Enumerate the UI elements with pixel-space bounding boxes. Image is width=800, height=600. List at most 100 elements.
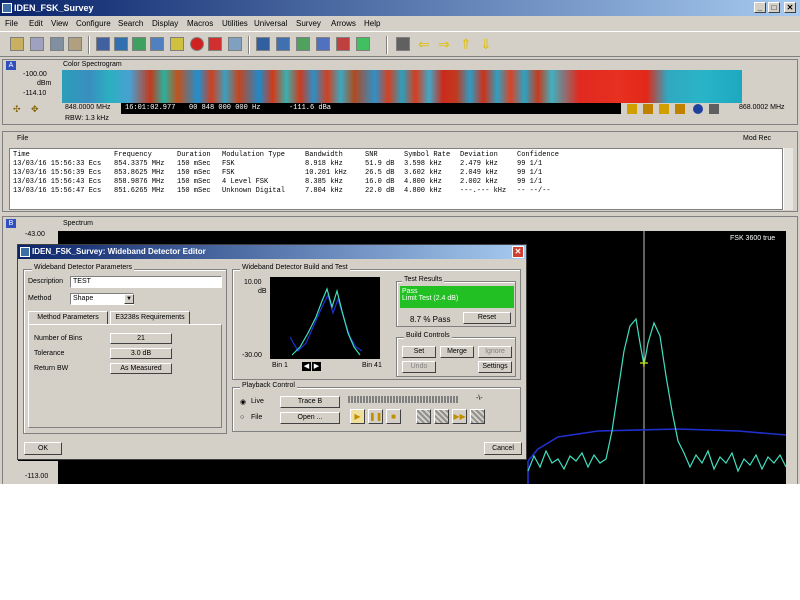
export-icon[interactable] xyxy=(228,37,242,51)
tab-method-parameters[interactable]: Method Parameters xyxy=(28,311,108,324)
col-symbol-rate[interactable]: Symbol Rate xyxy=(404,151,450,159)
zoom-icon[interactable]: ✣ xyxy=(13,104,21,115)
y-axis-top: -43.00 xyxy=(25,231,45,238)
ok-button[interactable]: OK xyxy=(24,442,62,455)
pause-icon[interactable]: ❚❚ xyxy=(368,409,383,424)
layout-icon[interactable] xyxy=(114,37,128,51)
graph-icon[interactable] xyxy=(296,37,310,51)
col-confidence[interactable]: Confidence xyxy=(517,151,559,159)
tools-icon[interactable] xyxy=(68,37,82,51)
col-snr[interactable]: SNR xyxy=(365,151,378,159)
playback-progress[interactable] xyxy=(348,396,458,403)
shape-plot[interactable] xyxy=(270,277,380,359)
settings-button[interactable]: Settings xyxy=(478,361,512,373)
panes-icon[interactable] xyxy=(150,37,164,51)
target-icon[interactable] xyxy=(208,37,222,51)
cross-icon[interactable] xyxy=(356,37,370,51)
merge-button[interactable]: Merge xyxy=(440,346,474,358)
menu-macros[interactable]: Macros xyxy=(187,18,213,29)
record-icon[interactable] xyxy=(190,37,204,51)
col-time[interactable]: Time xyxy=(13,151,30,159)
marker-crosshair-icon: ✛ xyxy=(639,357,648,370)
globe-icon[interactable] xyxy=(693,104,703,114)
col-duration[interactable]: Duration xyxy=(177,151,211,159)
window-cascade-icon[interactable] xyxy=(276,37,290,51)
menu-arrows[interactable]: Arrows xyxy=(331,18,356,29)
chart-icon[interactable] xyxy=(316,37,330,51)
antenna-icon[interactable] xyxy=(50,37,64,51)
window-title: IDEN_FSK_Survey xyxy=(14,3,94,13)
arrow-down-icon[interactable]: ⇓ xyxy=(480,37,494,51)
tab-e3238s-requirements[interactable]: E3238s Requirements xyxy=(110,311,190,324)
cancel-button[interactable]: Cancel xyxy=(484,442,522,455)
move-icon[interactable]: ✥ xyxy=(31,104,39,115)
bin-next-icon[interactable]: ▶ xyxy=(312,362,321,371)
marker-icon[interactable] xyxy=(627,104,637,114)
close-button[interactable]: ✕ xyxy=(784,2,796,13)
menu-file[interactable]: File xyxy=(5,18,18,29)
cell-symbol-rate: 3.598 kHz xyxy=(404,160,442,168)
freq-end: 868.0002 MHz xyxy=(739,104,785,111)
menu-configure[interactable]: Configure xyxy=(76,18,111,29)
step-forward-icon[interactable] xyxy=(434,409,449,424)
next-peak-icon[interactable] xyxy=(659,104,669,114)
bins-value[interactable]: 21 xyxy=(110,333,172,344)
spectrogram-image[interactable] xyxy=(62,70,742,103)
col-bandwidth[interactable]: Bandwidth xyxy=(305,151,343,159)
table-icon[interactable] xyxy=(396,37,410,51)
arrow-up-icon[interactable]: ⇑ xyxy=(460,37,474,51)
file-radio[interactable]: ○ xyxy=(240,414,244,421)
dialog-close-button[interactable]: ✕ xyxy=(512,246,524,258)
pass-detail: Limit Test (2.4 dB) xyxy=(402,295,459,302)
bin-prev-icon[interactable]: ◀ xyxy=(302,362,311,371)
monitor-icon[interactable] xyxy=(30,37,44,51)
toolbar: ⇐ ⇒ ⇑ ⇓ xyxy=(0,31,800,57)
window-tile-icon[interactable] xyxy=(256,37,270,51)
menu-help[interactable]: Help xyxy=(364,18,380,29)
split-icon[interactable] xyxy=(132,37,146,51)
menu-display[interactable]: Display xyxy=(152,18,178,29)
menu-survey[interactable]: Survey xyxy=(296,18,321,29)
arrow-left-icon[interactable]: ⇐ xyxy=(418,37,432,51)
menu-universal[interactable]: Universal xyxy=(254,18,287,29)
col-modulation-type[interactable]: Modulation Type xyxy=(222,151,285,159)
reset-button[interactable]: Reset xyxy=(463,312,511,324)
menu-view[interactable]: View xyxy=(51,18,68,29)
tolerance-value[interactable]: 3.0 dB xyxy=(110,348,172,359)
menu-utilities[interactable]: Utilities xyxy=(222,18,248,29)
settings-icon[interactable] xyxy=(709,104,719,114)
set-button[interactable]: Set xyxy=(402,346,436,358)
stop-icon[interactable]: ■ xyxy=(386,409,401,424)
minimize-button[interactable]: _ xyxy=(754,2,766,13)
chevron-down-icon[interactable]: ▼ xyxy=(124,294,134,304)
trace-button[interactable]: Trace B xyxy=(280,396,340,408)
panel-title: Spectrum xyxy=(63,220,93,227)
ignore-button[interactable]: Ignore xyxy=(478,346,512,358)
step-back-icon[interactable] xyxy=(416,409,431,424)
results-scrollbar[interactable] xyxy=(783,148,793,210)
open-button[interactable]: Open ... xyxy=(280,412,340,424)
build-controls-label: Build Controls xyxy=(404,332,452,339)
return-bw-value[interactable]: As Measured xyxy=(110,363,172,374)
pass-percent: 8.7 % Pass xyxy=(410,315,451,324)
arrow-right-icon[interactable]: ⇒ xyxy=(438,37,452,51)
col-frequency[interactable]: Frequency xyxy=(114,151,152,159)
delta-icon[interactable] xyxy=(675,104,685,114)
fast-forward-icon[interactable]: ▶▶ xyxy=(452,409,467,424)
description-field[interactable]: TEST xyxy=(70,276,222,288)
peak-icon[interactable] xyxy=(643,104,653,114)
marker-icon[interactable] xyxy=(170,37,184,51)
live-radio[interactable]: ◉ xyxy=(240,398,246,406)
wand-icon[interactable] xyxy=(10,37,24,51)
bars-icon[interactable] xyxy=(336,37,350,51)
play-icon[interactable]: ▶ xyxy=(350,409,365,424)
cell-confidence: 99 1/1 xyxy=(517,178,543,186)
skip-end-icon[interactable] xyxy=(470,409,485,424)
maximize-button[interactable]: □ xyxy=(768,2,780,13)
grid-icon[interactable] xyxy=(96,37,110,51)
toolbar-separator xyxy=(386,36,388,54)
menu-search[interactable]: Search xyxy=(118,18,143,29)
undo-button[interactable]: Undo xyxy=(402,361,436,373)
col-deviation[interactable]: Deviation xyxy=(460,151,498,159)
menu-edit[interactable]: Edit xyxy=(29,18,43,29)
